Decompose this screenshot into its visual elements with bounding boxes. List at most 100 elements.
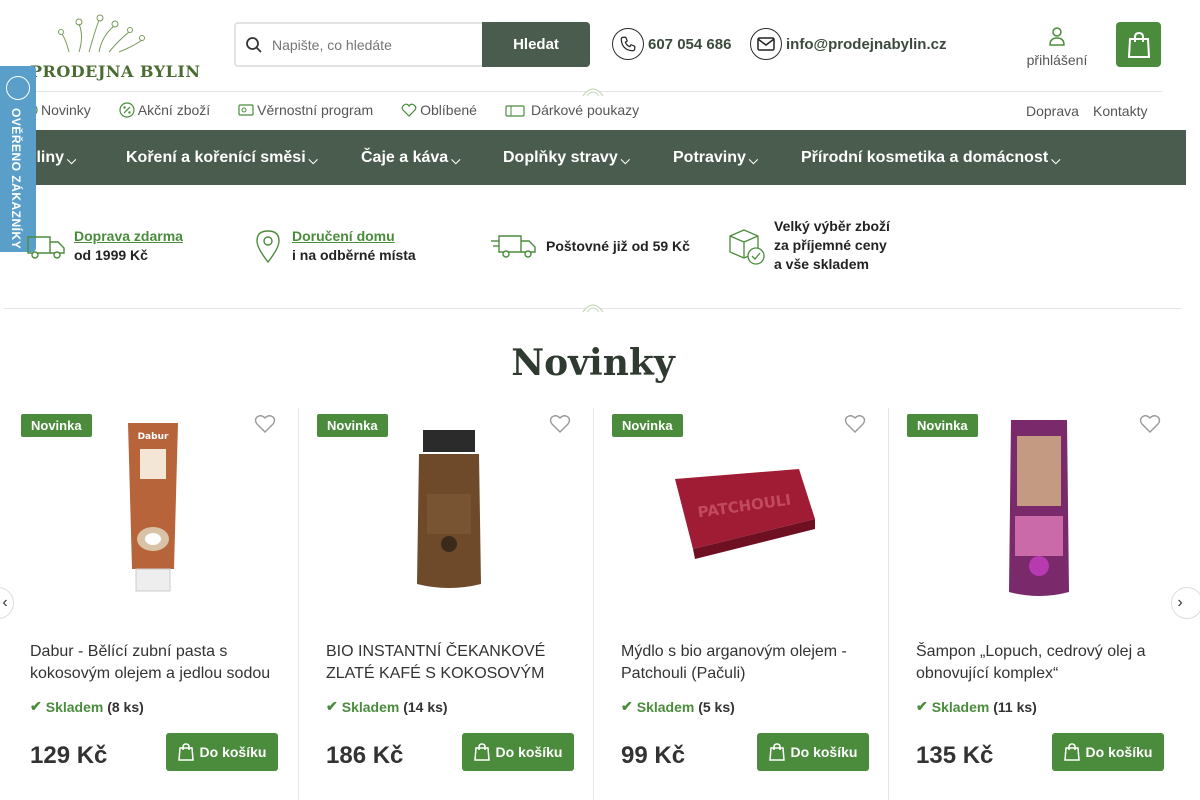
logo-brand-text: PRODEJNA BYLIN [30,62,201,81]
subnav-darkove-poukazy[interactable]: Dárkové poukazy [505,102,639,118]
stock-qty: (8 ks) [107,698,144,715]
checkmark-icon: ✔ [621,698,633,714]
nav-label: Doplňky stravy [503,149,618,166]
login-link[interactable]: přihlášení [1022,26,1092,68]
subnav-oblibene[interactable]: Oblíbené [401,102,477,118]
product-card[interactable]: Novinka PATCHOULI Mýdlo s bio arganovým … [593,408,888,800]
search-input[interactable] [272,24,482,65]
stock-status: ✔ Skladem (8 ks) [30,698,144,715]
search-bar: Hledat [234,22,590,67]
product-card[interactable]: Novinka BIO INSTANTNÍ ČEKANKOVÉ ZLATÉ KA… [298,408,593,800]
subnav-vernostni-program[interactable]: Věrnostní program [238,102,373,118]
chevron-down-icon: ⌵ [308,153,318,167]
phone-icon [612,28,644,60]
product-card[interactable]: Novinka Dabur Dabur - Bělící zubní pasta… [3,408,298,800]
benefit-postage: Poštovné již od 59 Kč [491,231,690,261]
subnav-akcni-zbozi[interactable]: Akční zboží [119,102,210,118]
stock-status: ✔ Skladem (5 ks) [621,698,735,715]
subnav-kontakty[interactable]: Kontakty [1093,103,1147,119]
leaf-divider-icon [582,88,604,97]
stock-qty: (5 ks) [698,698,735,715]
nav-label: Čaje a káva [361,149,449,166]
subnav-label: Věrnostní program [257,102,374,118]
logo[interactable]: PRODEJNA BYLIN [24,6,200,82]
heart-icon [401,103,417,117]
product-image-soap[interactable]: PATCHOULI [654,414,834,604]
nav-label: Potraviny [673,149,746,166]
free-shipping-link[interactable]: Doprava zdarma [74,227,183,246]
benefit-free-shipping: Doprava zdarma od 1999 Kč [26,227,183,265]
add-to-cart-button[interactable]: Do košíku [462,733,574,771]
email-contact[interactable]: info@prodejnabylin.cz [750,28,946,60]
product-price: 135 Kč [916,742,994,769]
carousel-next-button[interactable]: › [1171,587,1200,619]
stock-status: ✔ Skladem (14 ks) [326,698,448,715]
nav-label: Koření a kořenící směsi [126,149,306,166]
voucher-icon [505,105,525,117]
nav-item-kosmetika[interactable]: Přírodní kosmetika a domácnost ⌵ [801,149,1060,167]
stock-label: Skladem [45,698,104,715]
section-title-novinky: Novinky [511,342,675,384]
bag-icon [1063,743,1080,761]
search-button[interactable]: Hledat [482,22,590,67]
subnav-label: Oblíbené [420,102,477,118]
cart-button[interactable] [1116,22,1161,67]
heureka-seal-icon [6,76,30,100]
subnav-label: Dárkové poukazy [530,102,640,118]
box-check-icon [729,228,765,265]
chevron-down-icon: ⌵ [1051,153,1061,167]
email-address: info@prodejnabylin.cz [786,35,947,53]
verified-label: OVĚŘENO ZÁKAZNÍKY [9,108,23,250]
favorite-heart-icon[interactable] [1139,414,1161,434]
bag-icon [473,743,490,761]
subnav-label: Novinky [41,102,91,118]
selection-line-3: a vše skladem [774,256,869,272]
add-to-cart-label: Do košíku [1085,744,1153,760]
checkmark-icon: ✔ [326,698,338,714]
product-name[interactable]: Mýdlo s bio arganovým olejem - Patchouli… [621,641,873,685]
chevron-right-icon: › [1177,594,1183,611]
nav-item-koreni[interactable]: Koření a kořenící směsi ⌵ [126,149,318,167]
main-nav: Byliny ⌵ Koření a kořenící směsi ⌵ Čaje a … [0,130,1186,185]
stock-qty: (11 ks) [993,698,1037,715]
product-name[interactable]: Dabur - Bělící zubní pasta s kokosovým o… [30,641,282,685]
subnav-label: Akční zboží [137,102,211,118]
add-to-cart-label: Do košíku [790,744,858,760]
product-image-shampoo[interactable] [949,414,1129,604]
stock-qty: (14 ks) [403,698,448,715]
favorite-heart-icon[interactable] [254,414,276,434]
product-image-toothpaste[interactable]: Dabur [63,414,243,604]
verified-customers-badge[interactable]: OVĚŘENO ZÁKAZNÍKY [0,66,36,252]
product-name[interactable]: BIO INSTANTNÍ ČEKANKOVÉ ZLATÉ KAFÉ S KOK… [326,641,578,685]
nav-item-potraviny[interactable]: Potraviny ⌵ [673,149,758,167]
add-to-cart-label: Do košíku [495,744,563,760]
favorite-heart-icon[interactable] [549,414,571,434]
product-card[interactable]: Novinka Šampon „Lopuch, cedrový olej a o… [888,408,1183,800]
nav-item-doplnky-stravy[interactable]: Doplňky stravy ⌵ [503,149,630,167]
home-delivery-link[interactable]: Doručení domu [292,227,416,246]
truck-icon [27,236,65,259]
bag-icon [768,743,785,761]
product-price: 186 Kč [326,742,404,769]
benefit-home-delivery: Doručení domu i na odběrné místa [254,227,416,265]
add-to-cart-button[interactable]: Do košíku [1052,733,1164,771]
product-name[interactable]: Šampon „Lopuch, cedrový olej a obnovujíc… [916,641,1168,685]
checkmark-icon: ✔ [916,698,928,714]
add-to-cart-button[interactable]: Do košíku [166,733,278,771]
stock-label: Skladem [341,698,400,715]
phone-contact[interactable]: 607 054 686 [612,28,731,60]
home-delivery-text: i na odběrné místa [292,247,416,263]
stock-label: Skladem [636,698,695,715]
add-to-cart-button[interactable]: Do košíku [757,733,869,771]
product-price: 129 Kč [30,742,108,769]
add-to-cart-label: Do košíku [199,744,267,760]
selection-line-1: Velký výběr zboží [774,218,890,234]
subnav-doprava[interactable]: Doprava [1026,103,1079,119]
loyalty-card-icon [238,104,254,116]
stock-status: ✔ Skladem (11 ks) [916,698,1037,715]
checkmark-icon: ✔ [30,698,42,714]
favorite-heart-icon[interactable] [844,414,866,434]
nav-item-caje-kava[interactable]: Čaje a káva ⌵ [361,149,460,167]
stock-label: Skladem [931,698,990,715]
product-image-chicory-coffee[interactable] [359,414,539,604]
